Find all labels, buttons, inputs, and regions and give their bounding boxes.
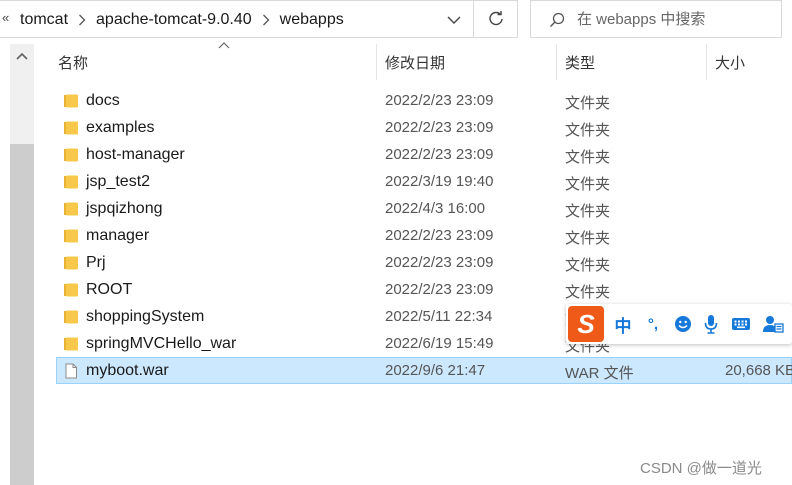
file-type: WAR 文件 <box>565 365 634 382</box>
breadcrumb-overflow-button[interactable]: « <box>2 10 9 25</box>
scroll-up-button[interactable] <box>10 44 34 68</box>
folder-icon <box>64 202 78 216</box>
toolbar: « tomcat apache-tomcat-9.0.40 webapps <box>0 0 792 40</box>
folder-icon <box>64 121 78 135</box>
chevron-right-icon[interactable] <box>252 1 280 39</box>
breadcrumb-item-apache-tomcat[interactable]: apache-tomcat-9.0.40 <box>96 11 252 29</box>
scrollbar-thumb[interactable] <box>10 144 34 485</box>
column-header-label: 大小 <box>715 54 746 72</box>
chevron-down-icon[interactable] <box>444 12 464 28</box>
file-date: 2022/2/23 23:09 <box>385 119 494 136</box>
folder-icon <box>64 148 78 162</box>
file-type: 文件夹 <box>565 176 611 193</box>
file-row[interactable]: jsp_test2 2022/3/19 19:40 文件夹 <box>56 168 792 195</box>
file-date: 2022/2/23 23:09 <box>385 254 494 271</box>
file-row[interactable]: manager 2022/2/23 23:09 文件夹 <box>56 222 792 249</box>
file-row-selected[interactable]: myboot.war 2022/9/6 21:47 WAR 文件 20,668 … <box>56 357 792 384</box>
folder-icon <box>64 310 78 324</box>
file-row[interactable]: docs 2022/2/23 23:09 文件夹 <box>56 87 792 114</box>
file-name: myboot.war <box>86 362 169 379</box>
file-date: 2022/2/23 23:09 <box>385 281 494 298</box>
file-type: 文件夹 <box>565 257 611 274</box>
file-type: 文件夹 <box>565 230 611 247</box>
file-name: jsp_test2 <box>86 173 151 190</box>
breadcrumb-item-tomcat[interactable]: tomcat <box>20 11 68 29</box>
file-row[interactable]: host-manager 2022/2/23 23:09 文件夹 <box>56 141 792 168</box>
file-date: 2022/2/23 23:09 <box>385 146 494 163</box>
ime-punctuation-toggle[interactable]: °, <box>642 313 664 335</box>
ime-language-toggle[interactable]: 中 <box>612 313 634 336</box>
file-type: 文件夹 <box>565 203 611 220</box>
ime-toolbar: S 中 °, <box>566 304 792 344</box>
refresh-button[interactable] <box>474 0 518 38</box>
file-name: ROOT <box>86 281 133 298</box>
file-type: 文件夹 <box>565 284 611 301</box>
file-size: 20,668 KB <box>725 362 792 379</box>
column-headers: 名称 修改日期 类型 大小 <box>38 42 792 80</box>
file-type: 文件夹 <box>565 95 611 112</box>
column-header-size[interactable]: 大小 <box>706 44 792 80</box>
folder-icon <box>64 94 78 108</box>
folder-icon <box>64 175 78 189</box>
file-name: springMVCHello_war <box>86 335 237 352</box>
file-date: 2022/3/19 19:40 <box>385 173 494 190</box>
column-header-date[interactable]: 修改日期 <box>376 44 556 80</box>
search-box[interactable] <box>530 0 782 38</box>
file-row[interactable]: ROOT 2022/2/23 23:09 文件夹 <box>56 276 792 303</box>
file-row[interactable]: examples 2022/2/23 23:09 文件夹 <box>56 114 792 141</box>
address-bar[interactable]: « tomcat apache-tomcat-9.0.40 webapps <box>0 0 474 38</box>
file-name: docs <box>86 92 120 109</box>
file-date: 2022/6/19 15:49 <box>385 335 494 352</box>
file-date: 2022/2/23 23:09 <box>385 92 494 109</box>
file-name: examples <box>86 119 155 136</box>
search-icon <box>550 12 565 27</box>
file-name: shoppingSystem <box>86 308 205 325</box>
file-name: host-manager <box>86 146 185 163</box>
file-name: manager <box>86 227 150 244</box>
folder-icon <box>64 283 78 297</box>
keyboard-icon[interactable] <box>730 313 752 335</box>
breadcrumb: tomcat apache-tomcat-9.0.40 webapps <box>20 1 344 39</box>
column-header-type[interactable]: 类型 <box>556 44 706 80</box>
file-name: Prj <box>86 254 106 271</box>
column-header-name[interactable]: 名称 <box>50 42 376 80</box>
file-date: 2022/9/6 21:47 <box>385 362 486 379</box>
folder-icon <box>64 256 78 270</box>
file-type: 文件夹 <box>565 122 611 139</box>
file-date: 2022/4/3 16:00 <box>385 200 486 217</box>
column-header-label: 名称 <box>58 54 89 72</box>
microphone-icon[interactable] <box>700 313 722 335</box>
chevron-up-icon <box>16 52 28 60</box>
folder-icon <box>64 229 78 243</box>
file-date: 2022/5/11 22:34 <box>385 308 493 325</box>
chevron-right-icon[interactable] <box>68 1 96 39</box>
file-icon <box>65 363 77 379</box>
column-header-label: 修改日期 <box>385 54 446 72</box>
ime-logo-icon[interactable]: S <box>568 306 604 342</box>
watermark: CSDN @做一道光 <box>640 460 762 477</box>
emoji-icon[interactable] <box>672 313 694 335</box>
folder-icon <box>64 337 78 351</box>
user-icon[interactable] <box>762 313 784 335</box>
file-type: 文件夹 <box>565 149 611 166</box>
file-date: 2022/2/23 23:09 <box>385 227 494 244</box>
vertical-scrollbar[interactable] <box>10 44 34 485</box>
file-row[interactable]: jspqizhong 2022/4/3 16:00 文件夹 <box>56 195 792 222</box>
file-row[interactable]: Prj 2022/2/23 23:09 文件夹 <box>56 249 792 276</box>
search-input[interactable] <box>577 8 773 30</box>
file-name: jspqizhong <box>86 200 163 217</box>
breadcrumb-item-webapps[interactable]: webapps <box>280 11 344 29</box>
sort-ascending-icon <box>218 42 230 49</box>
column-header-label: 类型 <box>565 54 596 72</box>
refresh-icon <box>488 11 503 26</box>
